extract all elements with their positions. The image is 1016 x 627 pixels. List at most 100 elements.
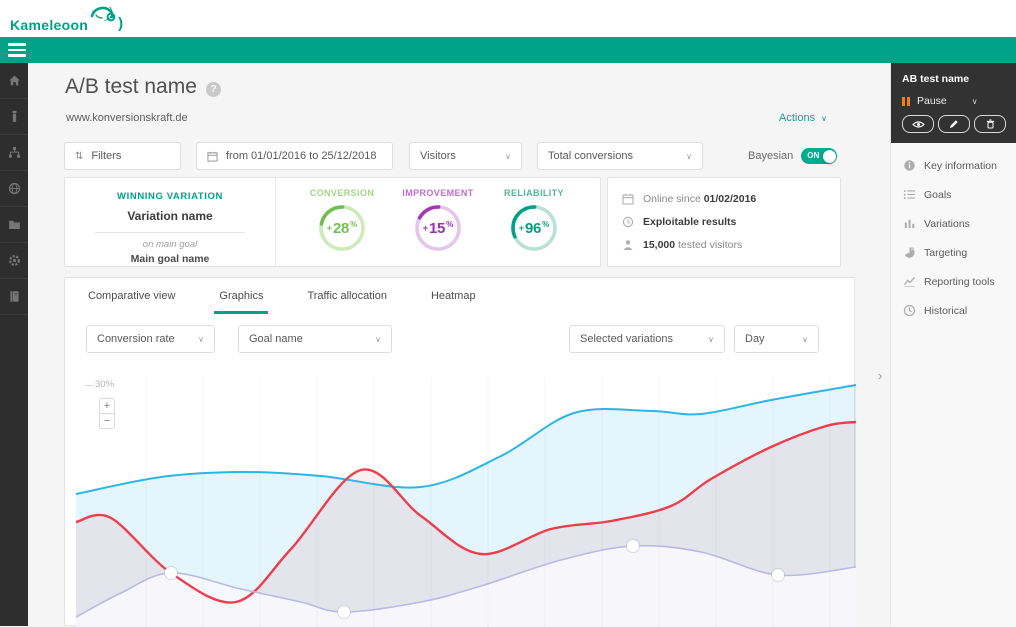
experiments-icon[interactable] bbox=[0, 99, 28, 135]
toggle-state-label: ON bbox=[807, 151, 820, 160]
nav-targeting[interactable]: Targeting bbox=[891, 238, 1016, 267]
chevron-down-icon: ∨ bbox=[375, 334, 381, 344]
tested-visitors-row: 15,000 tested visitors bbox=[622, 239, 840, 251]
winning-variation-summary: WINNING VARIATION Variation name on main… bbox=[65, 178, 276, 266]
help-icon[interactable]: ? bbox=[206, 82, 221, 97]
logo-text: Kameleoon bbox=[10, 17, 89, 33]
left-sidebar bbox=[0, 63, 28, 626]
test-header: AB test name Pause ∨ bbox=[891, 63, 1016, 143]
nav-variations[interactable]: Variations bbox=[891, 209, 1016, 238]
improvement-gauge: IMPROVEMENT +15% bbox=[390, 188, 486, 266]
right-sidebar: AB test name Pause ∨ Key information Goa… bbox=[890, 63, 1016, 626]
filters-button[interactable]: ⇅ Filters bbox=[64, 142, 181, 170]
settings-icon[interactable] bbox=[0, 243, 28, 279]
hamburger-menu-icon[interactable] bbox=[8, 43, 26, 57]
variations-icon bbox=[904, 219, 915, 229]
bayesian-toggle[interactable]: ON bbox=[801, 148, 838, 164]
winning-subtext: on main goal bbox=[142, 239, 198, 250]
nav-goals[interactable]: Goals bbox=[891, 180, 1016, 209]
nav-label: Reporting tools bbox=[924, 275, 995, 288]
filters-label: Filters bbox=[91, 150, 122, 162]
winning-variation-name: Variation name bbox=[127, 209, 213, 223]
chart-marker[interactable] bbox=[771, 568, 785, 582]
nav-label: Variations bbox=[924, 217, 970, 230]
gauge-label: IMPROVEMENT bbox=[402, 188, 474, 198]
logo-paren: ) bbox=[118, 15, 124, 32]
granularity-dropdown[interactable]: Day ∨ bbox=[734, 325, 819, 353]
status-icon bbox=[622, 216, 634, 228]
edit-button[interactable] bbox=[938, 115, 970, 133]
nav-label: Targeting bbox=[924, 246, 968, 259]
date-range-value: from 01/01/2016 to 25/12/2018 bbox=[226, 150, 377, 162]
conversions-dropdown[interactable]: Total conversions ∨ bbox=[537, 142, 703, 170]
trash-icon bbox=[986, 119, 994, 129]
nav-reporting-tools[interactable]: Reporting tools bbox=[891, 267, 1016, 296]
winning-goal-name: Main goal name bbox=[130, 253, 210, 265]
gauge-value: +15% bbox=[422, 219, 454, 237]
variations-dropdown[interactable]: Selected variations ∨ bbox=[569, 325, 725, 353]
tab-heatmap[interactable]: Heatmap bbox=[426, 287, 481, 314]
conversion-gauge: CONVERSION +28% bbox=[294, 188, 390, 266]
conversions-value: Total conversions bbox=[548, 150, 633, 162]
nav-key-information[interactable]: Key information bbox=[891, 151, 1016, 180]
visitors-icon bbox=[623, 240, 633, 250]
reporting-icon bbox=[903, 276, 916, 288]
exploitable-results-row: Exploitable results bbox=[622, 216, 840, 228]
chevron-down-icon: ∨ bbox=[708, 334, 714, 344]
nav-historical[interactable]: Historical bbox=[891, 296, 1016, 325]
delete-button[interactable] bbox=[974, 115, 1006, 133]
kameleoon-logo[interactable]: Kameleoon ) bbox=[10, 4, 123, 32]
metric-value: Conversion rate bbox=[97, 333, 175, 345]
variations-value: Selected variations bbox=[580, 333, 673, 345]
goal-dropdown[interactable]: Goal name ∨ bbox=[238, 325, 392, 353]
divider bbox=[95, 232, 245, 233]
historical-icon bbox=[903, 304, 916, 317]
actions-menu-button[interactable]: Actions ∨ bbox=[779, 112, 827, 124]
granularity-value: Day bbox=[745, 333, 765, 345]
results-panel: Comparative view Graphics Traffic alloca… bbox=[64, 277, 856, 627]
chart-marker[interactable] bbox=[164, 566, 178, 580]
chevron-down-icon: ∨ bbox=[505, 151, 511, 161]
visitors-dropdown[interactable]: Visitors ∨ bbox=[409, 142, 522, 170]
site-url: www.konversionskraft.de bbox=[66, 112, 188, 124]
preview-button[interactable] bbox=[902, 115, 934, 133]
globe-icon[interactable] bbox=[0, 171, 28, 207]
tab-traffic-allocation[interactable]: Traffic allocation bbox=[302, 287, 391, 314]
sitemap-icon[interactable] bbox=[0, 135, 28, 171]
gauge-donut: +15% bbox=[413, 203, 463, 253]
chart-marker[interactable] bbox=[337, 605, 351, 619]
home-icon[interactable] bbox=[0, 63, 28, 99]
page-title: A/B test name bbox=[65, 75, 197, 98]
tab-comparative-view[interactable]: Comparative view bbox=[83, 287, 180, 314]
collapse-panel-chevron[interactable]: › bbox=[878, 368, 882, 383]
pause-icon bbox=[902, 96, 910, 106]
gauge-donut: +28% bbox=[317, 203, 367, 253]
folder-icon[interactable] bbox=[0, 207, 28, 243]
metric-dropdown[interactable]: Conversion rate ∨ bbox=[86, 325, 215, 353]
calendar-icon bbox=[622, 194, 634, 205]
test-name-label: AB test name bbox=[902, 73, 970, 85]
chevron-down-icon: ∨ bbox=[821, 113, 827, 123]
pause-label: Pause bbox=[917, 95, 947, 107]
chevron-down-icon: ∨ bbox=[198, 334, 204, 344]
visitors-value: Visitors bbox=[420, 150, 456, 162]
conversion-rate-chart bbox=[76, 377, 856, 627]
pause-button[interactable]: Pause ∨ bbox=[902, 95, 1006, 107]
calendar-icon bbox=[207, 151, 218, 162]
gauges-row: CONVERSION +28% IMPROVEMENT + 15 % RELIA… bbox=[276, 178, 600, 266]
date-range-picker[interactable]: from 01/01/2016 to 25/12/2018 bbox=[196, 142, 393, 170]
tab-bar: Comparative view Graphics Traffic alloca… bbox=[83, 287, 481, 314]
info-icon bbox=[904, 160, 915, 171]
targeting-icon bbox=[904, 246, 915, 258]
gauge-label: CONVERSION bbox=[309, 188, 375, 198]
library-icon[interactable] bbox=[0, 279, 28, 315]
goals-icon bbox=[903, 190, 916, 199]
main-content: A/B test name ? www.konversionskraft.de … bbox=[28, 63, 890, 627]
nav-label: Goals bbox=[924, 188, 952, 201]
online-since-row: Online since 01/02/2016 bbox=[622, 193, 840, 205]
chart-marker[interactable] bbox=[626, 539, 640, 553]
nav-label: Key information bbox=[924, 159, 997, 172]
gauge-donut: +96% bbox=[509, 203, 559, 253]
test-action-buttons bbox=[902, 115, 1006, 133]
tab-graphics[interactable]: Graphics bbox=[214, 287, 269, 314]
